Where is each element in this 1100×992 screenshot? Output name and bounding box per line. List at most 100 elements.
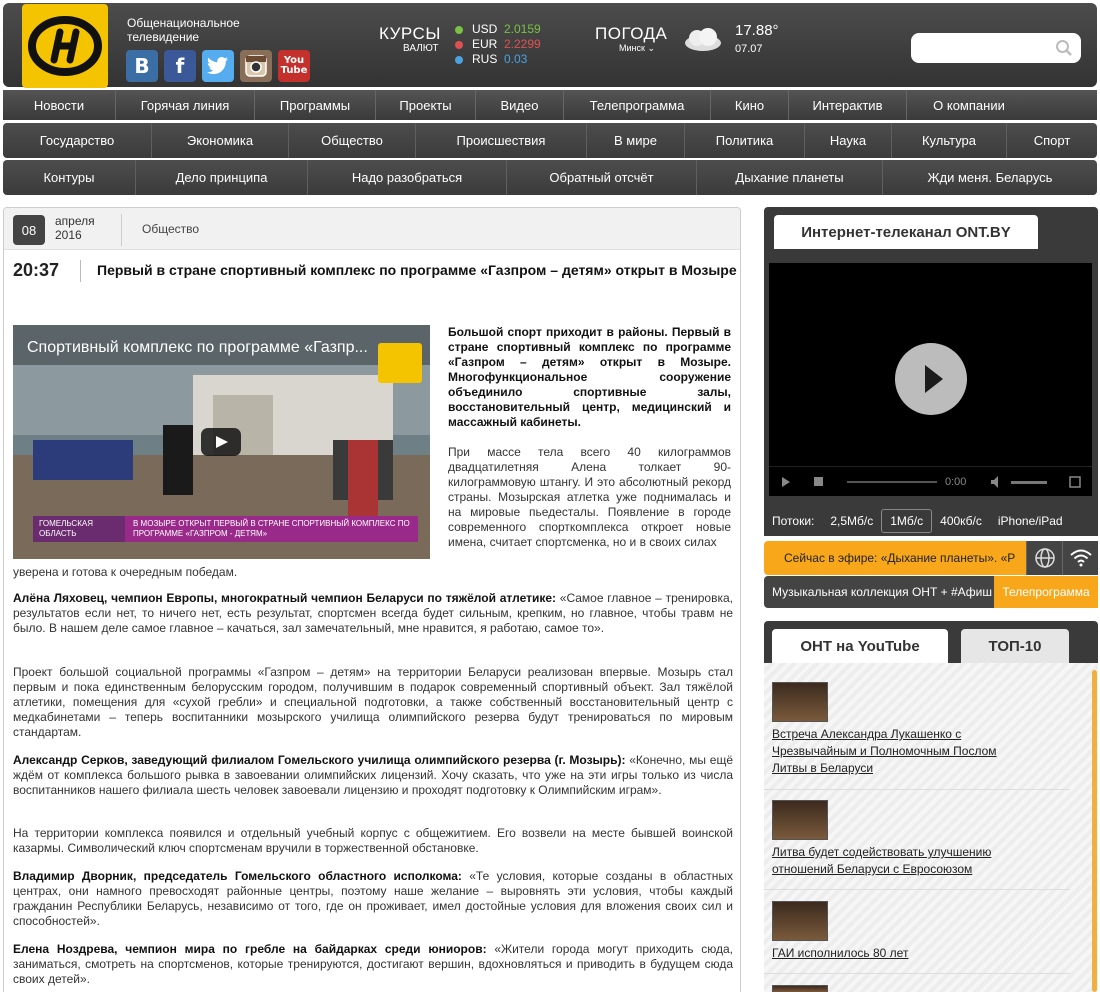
show-dykhanie-planety[interactable]: Дыхание планеты <box>697 160 883 195</box>
show-delo-principa[interactable]: Дело принципа <box>136 160 308 195</box>
youtube-icon[interactable]: You Tube <box>278 50 310 82</box>
topic-world[interactable]: В мире <box>587 123 685 158</box>
facebook-icon[interactable]: f <box>164 50 196 82</box>
topic-culture[interactable]: Культура <box>892 123 1007 158</box>
video-thumbnail[interactable] <box>772 901 828 941</box>
stream-quality-bar: Потоки: 2,5Мб/с 1Мб/с 400кб/с iPhone/iPa… <box>764 506 1098 536</box>
rate-currency: USD <box>472 22 498 36</box>
video-link[interactable]: Литва будет содействовать улучшению отно… <box>772 844 1012 878</box>
globe-icon[interactable] <box>1026 541 1062 575</box>
article-month: апреля <box>55 214 95 228</box>
rate-value: 2.0159 <box>504 22 541 36</box>
currency-rates: USD 2.0159 EUR 2.2299 RUS 0.03 <box>455 22 541 67</box>
topic-politics[interactable]: Политика <box>685 123 805 158</box>
article-month-year: апреля 2016 <box>55 214 95 242</box>
nav-item-news[interactable]: Новости <box>3 90 116 120</box>
volume-slider[interactable] <box>1011 481 1047 484</box>
ont-logo[interactable] <box>22 4 108 88</box>
weather-city[interactable]: Минск <box>619 43 645 53</box>
wifi-icon[interactable] <box>1062 541 1098 575</box>
topic-state[interactable]: Государство <box>3 123 152 158</box>
stream-option[interactable]: 400кб/с <box>932 509 990 533</box>
play-icon[interactable] <box>781 477 791 487</box>
rate-currency: EUR <box>472 37 498 51</box>
list-scrollbar[interactable] <box>1092 670 1097 992</box>
list-item[interactable]: Встреча Александра Лукашенко с Чрезвычай… <box>772 682 1072 777</box>
video-thumbnail[interactable] <box>772 800 828 840</box>
music-collection-link[interactable]: Музыкальная коллекция ОНТ + #Афиш <box>764 576 994 608</box>
divider <box>764 789 1070 790</box>
video-thumbnail[interactable] <box>772 985 828 992</box>
article-paragraph: При массе тела всего 40 килограммов двад… <box>448 445 731 549</box>
show-zhdi-menya[interactable]: Жди меня. Беларусь <box>883 160 1097 195</box>
fullscreen-icon[interactable] <box>1069 476 1081 488</box>
player-controls: 0:00 <box>769 466 1092 496</box>
quote-author: Елена Ноздрева, чемпион мира по гребле н… <box>13 942 487 956</box>
divider <box>121 214 122 246</box>
article-paragraph: Проект большой социальной программы «Газ… <box>13 665 733 739</box>
nav-item-interactive[interactable]: Интерактив <box>789 90 907 120</box>
show-obratny-otschet[interactable]: Обратный отсчёт <box>507 160 697 195</box>
video-title[interactable]: Спортивный комплекс по программе «Газпр.… <box>27 339 368 357</box>
nav-item-projects[interactable]: Проекты <box>376 90 476 120</box>
vk-icon[interactable]: В <box>126 50 158 82</box>
stop-icon[interactable] <box>814 477 824 487</box>
show-kontury[interactable]: Контуры <box>3 160 136 195</box>
list-item[interactable] <box>772 985 1072 992</box>
embedded-video[interactable]: Спортивный комплекс по программе «Газпр.… <box>13 325 430 559</box>
youtube-video-list: Встреча Александра Лукашенко с Чрезвычай… <box>764 663 1098 992</box>
twitter-icon[interactable] <box>202 50 234 82</box>
nav-item-programs[interactable]: Программы <box>255 90 376 120</box>
stream-option-active[interactable]: 1Мб/с <box>881 509 933 533</box>
video-player[interactable]: 0:00 <box>769 263 1092 496</box>
weather-block[interactable]: ПОГОДА Минск ⌄ <box>595 24 667 53</box>
video-thumbnail[interactable] <box>772 682 828 722</box>
video-link[interactable]: ГАИ исполнилось 80 лет <box>772 945 1012 962</box>
rate-dot-icon <box>455 40 463 49</box>
tab-tv-channel[interactable]: Интернет-телеканал ONT.BY <box>774 215 1038 249</box>
caption-region: ГОМЕЛЬСКАЯ ОБЛАСТЬ <box>33 516 125 542</box>
social-links: В f You Tube <box>126 50 310 82</box>
stream-option[interactable]: 2,5Мб/с <box>822 509 881 533</box>
brand-name: Общенациональное телевидение <box>127 16 240 44</box>
nav-item-about[interactable]: О компании <box>907 90 1031 120</box>
tab-youtube[interactable]: ОНТ на YouTube <box>772 629 948 663</box>
nav-item-video[interactable]: Видео <box>476 90 564 120</box>
tab-top10[interactable]: ТОП-10 <box>961 629 1069 663</box>
video-play-button[interactable] <box>201 428 241 456</box>
video-caption: ГОМЕЛЬСКАЯ ОБЛАСТЬ В МОЗЫРЕ ОТКРЫТ ПЕРВЫ… <box>33 516 418 542</box>
show-nado-razobratsya[interactable]: Надо разобраться <box>308 160 507 195</box>
nav-item-tvguide[interactable]: Телепрограмма <box>564 90 711 120</box>
currency-subtitle: ВАЛЮТ <box>403 43 439 54</box>
search-icon[interactable] <box>1055 39 1073 57</box>
tv-program-button[interactable]: Телепрограмма <box>994 576 1098 608</box>
topic-science[interactable]: Наука <box>805 123 892 158</box>
chevron-down-icon[interactable]: ⌄ <box>647 43 655 53</box>
video-link[interactable]: Встреча Александра Лукашенко с Чрезвычай… <box>772 726 1012 777</box>
streams-label: Потоки: <box>772 514 815 528</box>
nav-item-hotline[interactable]: Горячая линия <box>116 90 255 120</box>
instagram-icon[interactable] <box>240 50 272 82</box>
play-button[interactable] <box>895 343 967 415</box>
topic-society[interactable]: Общество <box>289 123 416 158</box>
search-input[interactable] <box>911 33 1081 63</box>
on-air-text[interactable]: Сейчас в эфире: «Дыхание планеты». «Р <box>764 541 1026 575</box>
divider <box>764 973 1070 974</box>
player-time: 0:00 <box>945 476 967 488</box>
cloud-icon <box>685 28 721 51</box>
volume-icon[interactable] <box>991 476 1003 488</box>
list-item[interactable]: Литва будет содействовать улучшению отно… <box>772 800 1072 878</box>
main-nav: Новости Горячая линия Программы Проекты … <box>3 90 1097 120</box>
list-item[interactable]: ГАИ исполнилось 80 лет <box>772 901 1072 962</box>
topic-incidents[interactable]: Происшествия <box>416 123 587 158</box>
stream-option[interactable]: iPhone/iPad <box>990 509 1071 533</box>
article-rubric[interactable]: Общество <box>142 222 199 236</box>
nav-item-cinema[interactable]: Кино <box>711 90 789 120</box>
topic-economy[interactable]: Экономика <box>152 123 289 158</box>
topic-sport[interactable]: Спорт <box>1007 123 1097 158</box>
quote-paragraph: Владимир Дворник, председатель Гомельско… <box>13 869 733 929</box>
weather-city-select: Минск ⌄ <box>619 43 655 54</box>
quote-author: Алёна Ляховец, чемпион Европы, многократ… <box>13 591 557 605</box>
rate-dot-icon <box>455 55 463 64</box>
progress-bar[interactable] <box>847 481 937 483</box>
